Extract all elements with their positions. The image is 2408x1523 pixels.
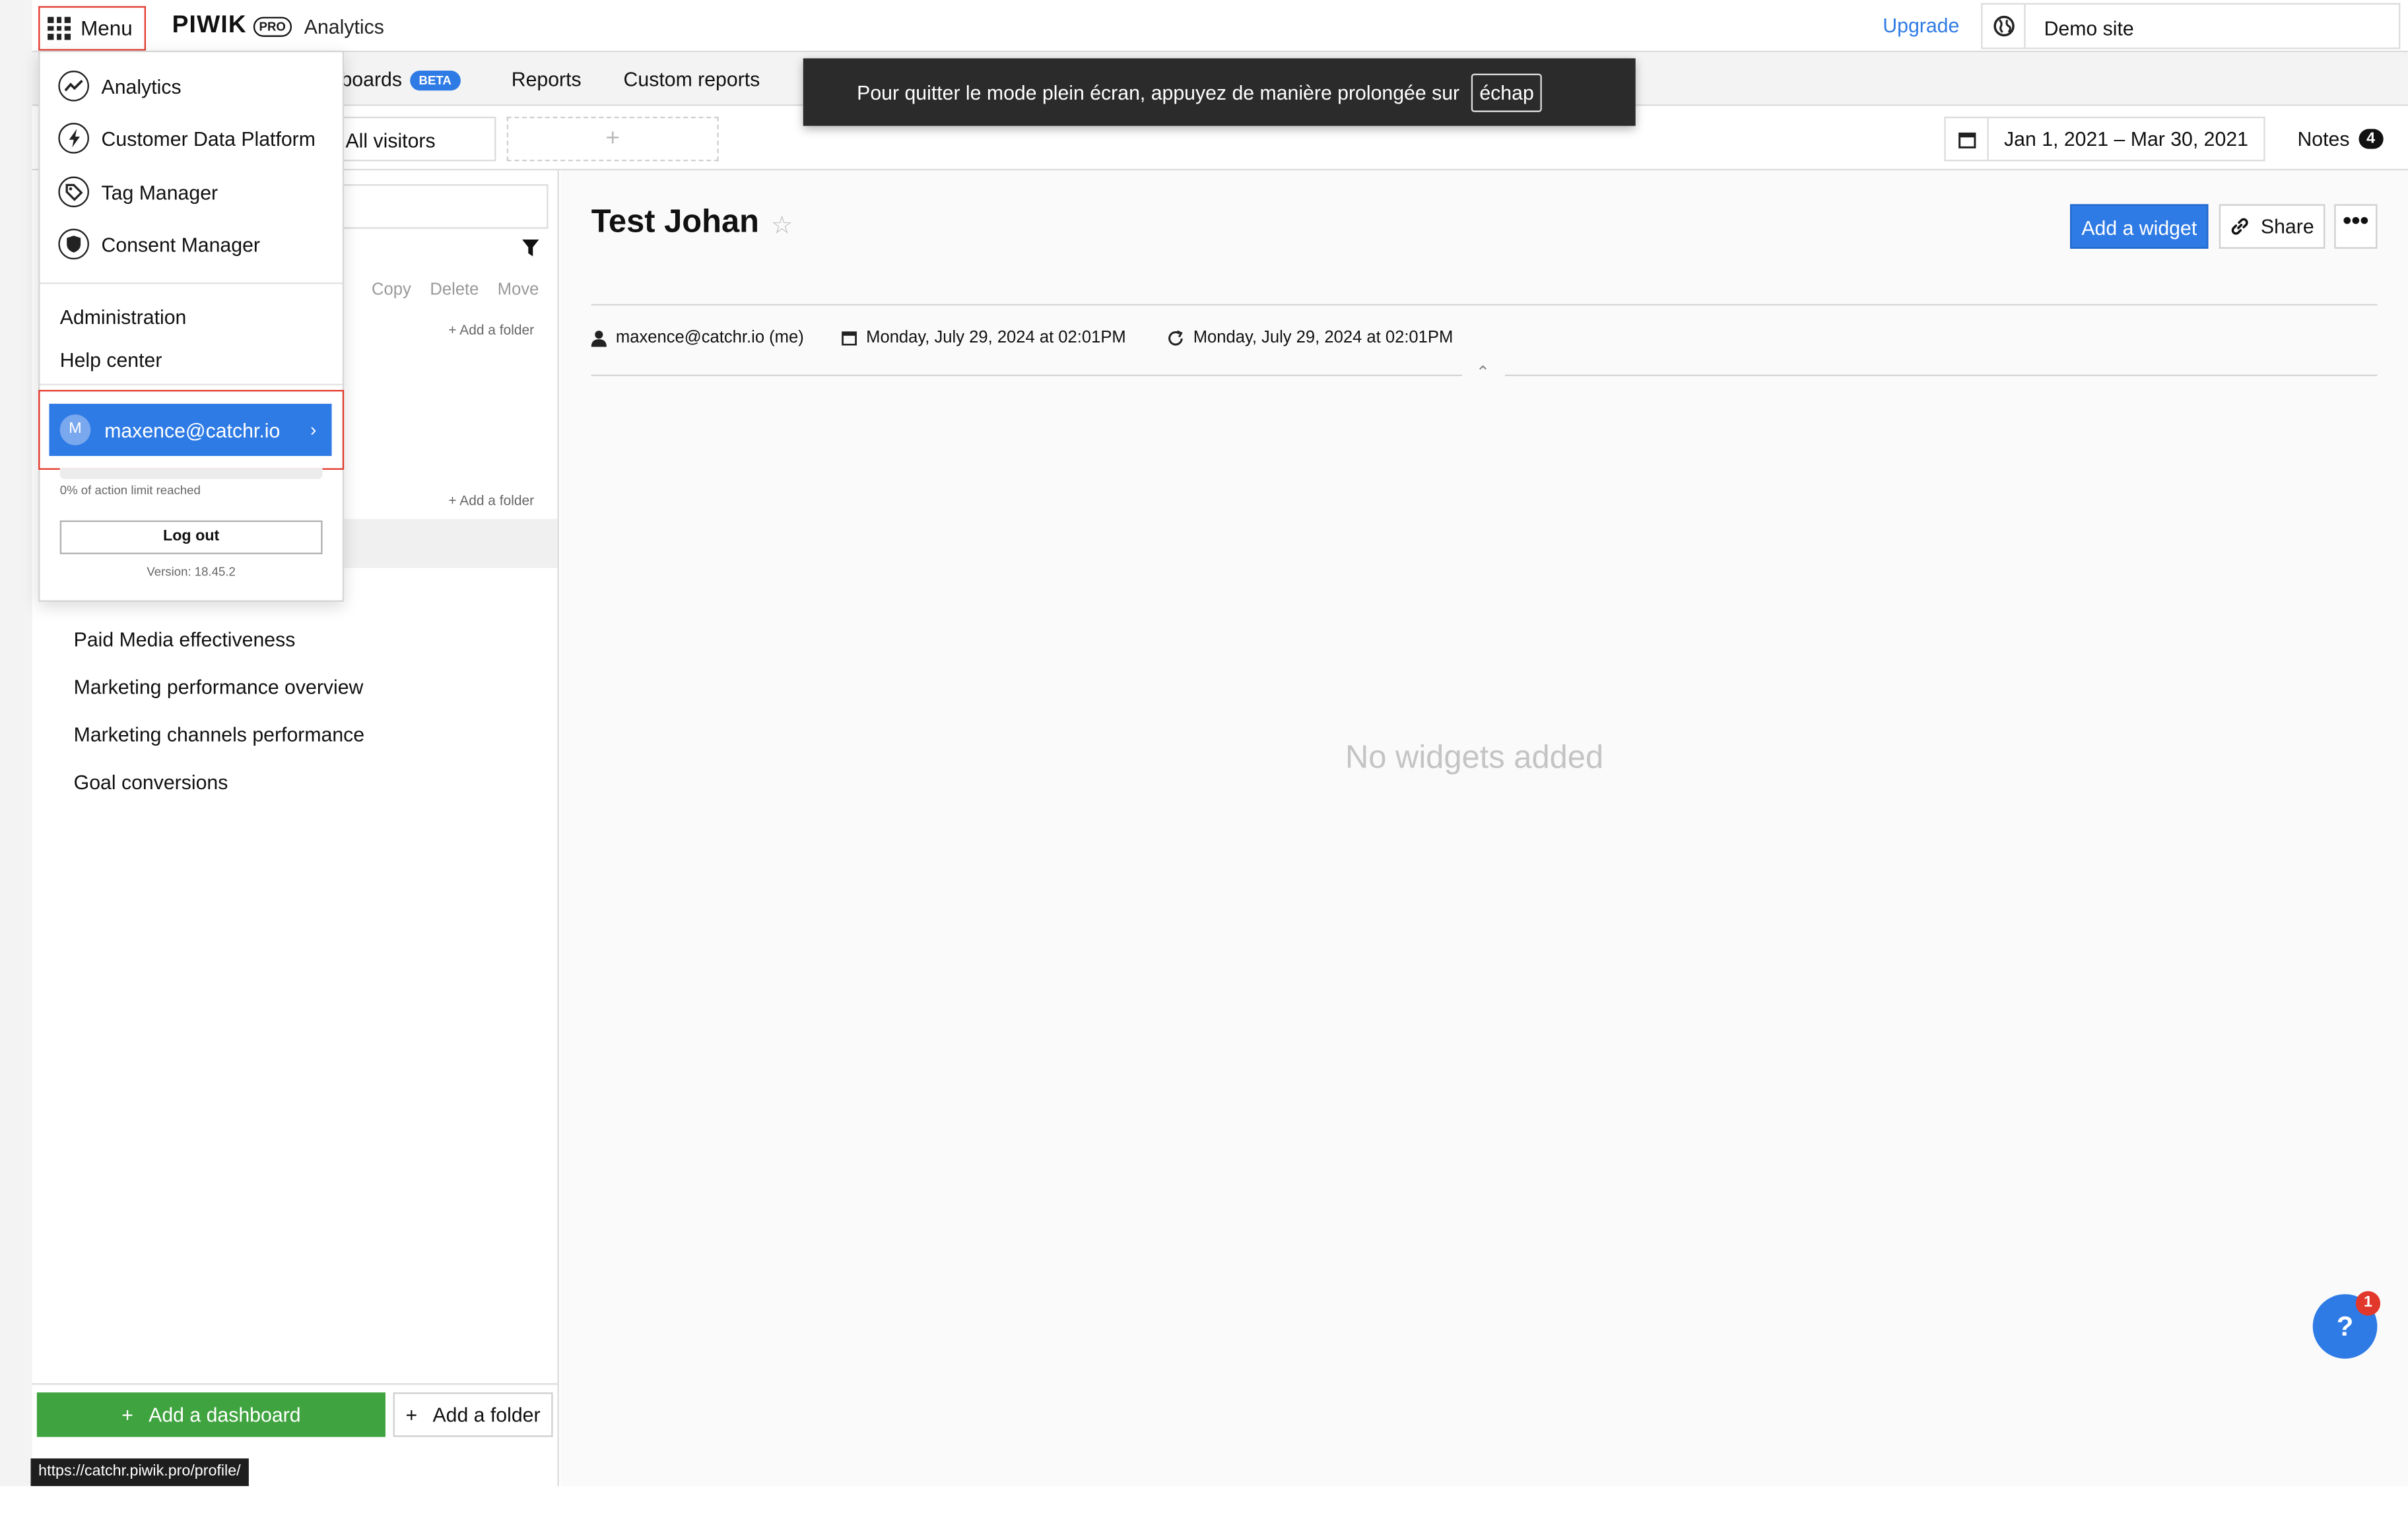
add-folder-link[interactable]: + Add a folder [448, 323, 534, 338]
site-selector-icon-button[interactable] [1981, 3, 2026, 49]
tag-icon [58, 176, 89, 208]
shield-icon [58, 228, 89, 260]
menu-item-label: Customer Data Platform [101, 126, 316, 150]
updated-meta: Monday, July 29, 2024 at 02:01PM [1167, 329, 1453, 347]
add-dashboard-label: Add a dashboard [149, 1403, 301, 1427]
beta-badge: BETA [409, 71, 461, 91]
app-name: Analytics [304, 15, 384, 38]
more-options-button[interactable]: ••• [2334, 204, 2378, 249]
menu-button-label: Menu [81, 16, 133, 40]
refresh-icon [1168, 329, 1183, 345]
fullscreen-toast: Pour quitter le mode plein écran, appuye… [803, 58, 1636, 126]
site-selector[interactable]: Demo site [2025, 3, 2401, 49]
plus-icon: + [121, 1403, 133, 1427]
add-folder-link[interactable]: + Add a folder [448, 493, 534, 508]
add-segment-button[interactable]: + [506, 116, 719, 162]
menu-item-administration[interactable]: Administration [60, 306, 187, 329]
date-range[interactable]: Jan 1, 2021 – Mar 30, 2021 [1988, 116, 2265, 162]
move-action[interactable]: Move [498, 281, 539, 300]
sidebar-item-marketing-overview[interactable]: Marketing performance overview [74, 676, 364, 699]
sidebar-item-marketing-channels[interactable]: Marketing channels performance [74, 723, 364, 746]
help-notification-badge: 1 [2355, 1291, 2381, 1316]
calendar-icon [1957, 131, 1976, 148]
date-picker-button[interactable] [1944, 116, 1989, 162]
sidebar-divider [32, 1383, 559, 1385]
logo-pro-badge: PRO [253, 16, 292, 36]
user-icon [591, 329, 607, 346]
avatar: M [59, 414, 91, 445]
share-label: Share [2260, 214, 2314, 238]
menu-item-cdp[interactable]: Customer Data Platform [58, 123, 316, 154]
tab-dashboards[interactable]: boards BETA [341, 67, 461, 91]
add-folder-button[interactable]: + Add a folder [393, 1392, 553, 1437]
notes-button[interactable]: Notes 4 [2297, 127, 2383, 150]
notes-count-badge: 4 [2358, 129, 2383, 149]
add-dashboard-button[interactable]: + Add a dashboard [36, 1392, 385, 1437]
info-divider [1504, 374, 2378, 376]
analytics-icon [58, 71, 89, 102]
tab-reports[interactable]: Reports [512, 67, 582, 90]
link-icon [2232, 218, 2248, 235]
version-text: Version: 18.45.2 [147, 565, 236, 579]
notes-label: Notes [2297, 127, 2350, 150]
owner-text: maxence@catchr.io (me) [615, 328, 804, 347]
menu-item-label: Tag Manager [101, 180, 218, 204]
star-icon[interactable]: ☆ [771, 211, 793, 242]
grid-icon [48, 17, 70, 40]
segment-all-visitors[interactable]: All visitors [335, 116, 496, 162]
created-text: Monday, July 29, 2024 at 02:01PM [866, 328, 1126, 347]
collapse-chevron-up-icon[interactable]: ⌃ [1476, 362, 1490, 382]
selected-dashboard-row[interactable] [341, 519, 558, 568]
piwik-pro-logo[interactable]: PIWIK PRO Analytics [172, 13, 384, 40]
window-gutter [0, 0, 32, 1487]
sidebar-item-paid-media[interactable]: Paid Media effectiveness [74, 628, 296, 651]
globe-icon [1993, 15, 2014, 37]
logo-brand: PIWIK [172, 12, 247, 39]
menu-item-tag-manager[interactable]: Tag Manager [58, 176, 218, 208]
menu-divider [40, 383, 343, 385]
status-bar-url: https://catchr.piwik.pro/profile/ [30, 1458, 249, 1487]
toast-message: Pour quitter le mode plein écran, appuye… [857, 81, 1460, 104]
add-widget-button[interactable]: Add a widget [2070, 204, 2209, 249]
action-limit-bar [59, 468, 323, 479]
empty-state: No widgets added [1345, 740, 1604, 775]
user-email: maxence@catchr.io [104, 418, 281, 441]
updated-text: Monday, July 29, 2024 at 02:01PM [1193, 328, 1454, 347]
share-button[interactable]: Share [2219, 204, 2325, 249]
menu-item-label: Analytics [101, 74, 182, 98]
lightning-icon [58, 123, 89, 154]
page-title: Test Johan [591, 204, 759, 240]
toast-key: échap [1471, 73, 1542, 112]
calendar-icon [842, 331, 857, 346]
header-divider [591, 304, 2378, 306]
add-folder-label: Add a folder [432, 1403, 541, 1427]
chevron-right-icon: › [310, 419, 317, 441]
owner-meta: maxence@catchr.io (me) [591, 329, 804, 347]
created-meta: Monday, July 29, 2024 at 02:01PM [842, 329, 1126, 347]
tab-custom-reports[interactable]: Custom reports [624, 67, 760, 90]
logout-button[interactable]: Log out [59, 520, 323, 554]
sidebar-item-goal-conversions[interactable]: Goal conversions [74, 771, 228, 794]
user-profile-button[interactable]: M maxence@catchr.io › [49, 403, 332, 456]
info-divider [591, 374, 1462, 376]
menu-item-label: Consent Manager [101, 232, 260, 256]
tab-dashboards-label: boards [341, 67, 402, 91]
menu-divider [40, 282, 343, 284]
delete-action[interactable]: Delete [430, 281, 479, 300]
menu-item-consent-manager[interactable]: Consent Manager [58, 228, 260, 260]
menu-item-analytics[interactable]: Analytics [58, 71, 182, 102]
menu-button[interactable]: Menu [38, 6, 147, 51]
dashboard-search-input[interactable] [337, 184, 549, 229]
menu-item-help-center[interactable]: Help center [60, 348, 162, 372]
action-limit-text: 0% of action limit reached [59, 483, 201, 498]
copy-action[interactable]: Copy [372, 281, 411, 300]
upgrade-link[interactable]: Upgrade [1883, 14, 1959, 37]
filter-icon[interactable] [522, 239, 539, 257]
plus-icon: + [405, 1403, 418, 1427]
